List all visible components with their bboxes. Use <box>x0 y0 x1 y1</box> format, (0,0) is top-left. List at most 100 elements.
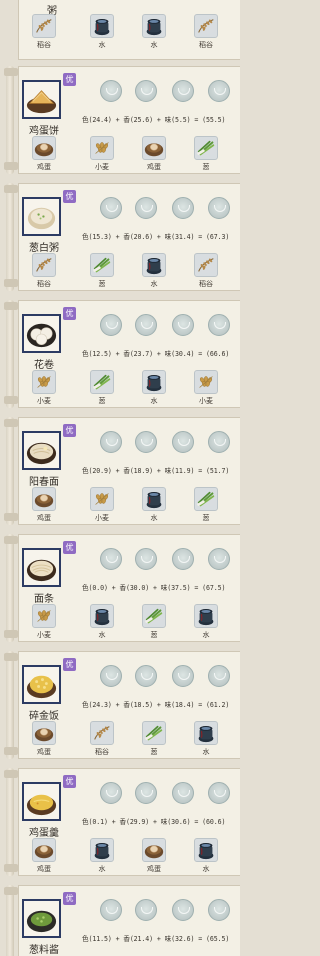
empty-seasoning-slot[interactable] <box>172 782 194 804</box>
empty-seasoning-slot[interactable] <box>208 80 230 102</box>
ingredient-label: 稻谷 <box>37 41 51 49</box>
wheat-icon[interactable] <box>90 136 114 160</box>
empty-seasoning-slot[interactable] <box>172 431 194 453</box>
rail-tab <box>4 419 18 427</box>
empty-seasoning-slot[interactable] <box>135 548 157 570</box>
empty-seasoning-slot[interactable] <box>208 548 230 570</box>
empty-seasoning-slot[interactable] <box>100 782 122 804</box>
empty-seasoning-slot[interactable] <box>208 782 230 804</box>
empty-seasoning-slot[interactable] <box>135 80 157 102</box>
ingredient-label: 小麦 <box>37 397 51 405</box>
egg-basket-icon[interactable] <box>32 721 56 745</box>
empty-seasoning-slot[interactable] <box>208 665 230 687</box>
rice-grain-icon[interactable] <box>90 721 114 745</box>
rail-tab <box>4 887 18 895</box>
ingredient-label: 水 <box>98 865 106 873</box>
empty-seasoning-slot[interactable] <box>100 80 122 102</box>
ingredient-label: 鸡蛋 <box>147 865 161 873</box>
egg-basket-icon[interactable] <box>32 838 56 862</box>
scallion-icon[interactable] <box>90 370 114 394</box>
dish-name: 花卷 <box>34 360 54 371</box>
rail-tab <box>4 513 18 521</box>
wheat-icon[interactable] <box>32 370 56 394</box>
ingredient-label: 鸡蛋 <box>37 514 51 522</box>
egg-basket-icon[interactable] <box>142 838 166 862</box>
empty-seasoning-slot[interactable] <box>135 782 157 804</box>
wheat-icon[interactable] <box>90 487 114 511</box>
empty-seasoning-slot[interactable] <box>172 665 194 687</box>
rice-grain-icon <box>32 14 56 38</box>
water-jar-icon[interactable] <box>194 721 218 745</box>
empty-seasoning-slot[interactable] <box>208 314 230 336</box>
rail-tab <box>4 747 18 755</box>
score-formula: 色(24.3) + 香(18.5) + 味(18.4) = (61.2) <box>82 701 230 709</box>
water-jar-icon[interactable] <box>90 604 114 628</box>
wheat-icon[interactable] <box>194 370 218 394</box>
water-jar-icon[interactable] <box>194 604 218 628</box>
empty-seasoning-slot[interactable] <box>208 431 230 453</box>
empty-seasoning-slot[interactable] <box>172 197 194 219</box>
rail-tab <box>4 185 18 193</box>
empty-seasoning-slot[interactable] <box>208 197 230 219</box>
scallion-porridge-icon[interactable] <box>22 197 61 236</box>
scallion-icon[interactable] <box>142 604 166 628</box>
empty-seasoning-slot[interactable] <box>208 899 230 921</box>
quality-badge: 优 <box>63 190 76 203</box>
egg-fried-rice-icon[interactable] <box>22 665 61 704</box>
scallion-sauce-icon[interactable] <box>22 899 61 938</box>
noodle-bowl-icon[interactable] <box>22 548 61 587</box>
card-rail <box>6 66 14 174</box>
water-jar-icon[interactable] <box>142 370 166 394</box>
empty-seasoning-slot[interactable] <box>100 197 122 219</box>
steamed-egg-icon[interactable] <box>22 782 61 821</box>
egg-basket-icon[interactable] <box>32 487 56 511</box>
quality-badge: 优 <box>63 775 76 788</box>
empty-seasoning-slot[interactable] <box>135 314 157 336</box>
plain-noodle-soup-icon[interactable] <box>22 431 61 470</box>
rice-grain-icon[interactable] <box>32 253 56 277</box>
wheat-icon[interactable] <box>32 604 56 628</box>
rice-grain-icon[interactable] <box>194 253 218 277</box>
empty-seasoning-slot[interactable] <box>135 197 157 219</box>
empty-seasoning-slot[interactable] <box>100 665 122 687</box>
egg-pancake-icon[interactable] <box>22 80 61 119</box>
empty-seasoning-slot[interactable] <box>135 431 157 453</box>
ingredient-label: 鸡蛋 <box>37 865 51 873</box>
egg-basket-icon[interactable] <box>32 136 56 160</box>
quality-badge: 优 <box>63 424 76 437</box>
ingredient-label: 葱 <box>202 514 210 522</box>
water-jar-icon[interactable] <box>90 838 114 862</box>
empty-seasoning-slot[interactable] <box>172 548 194 570</box>
scallion-icon[interactable] <box>194 136 218 160</box>
ingredient-label: 稻谷 <box>95 748 109 756</box>
ingredient-label: 水 <box>150 41 158 49</box>
empty-seasoning-slot[interactable] <box>172 314 194 336</box>
water-jar-icon[interactable] <box>194 838 218 862</box>
empty-seasoning-slot[interactable] <box>172 80 194 102</box>
rail-tab <box>4 770 18 778</box>
empty-seasoning-slot[interactable] <box>100 899 122 921</box>
scallion-icon[interactable] <box>194 487 218 511</box>
empty-seasoning-slot[interactable] <box>135 899 157 921</box>
empty-seasoning-slot[interactable] <box>100 548 122 570</box>
empty-seasoning-slot[interactable] <box>100 431 122 453</box>
score-formula: 色(20.9) + 香(18.9) + 味(11.9) = (51.7) <box>82 467 230 475</box>
water-jar-icon[interactable] <box>142 253 166 277</box>
water-jar-icon[interactable] <box>142 487 166 511</box>
scallion-icon[interactable] <box>90 253 114 277</box>
scallion-icon[interactable] <box>142 721 166 745</box>
quality-badge: 优 <box>63 73 76 86</box>
flower-roll-icon[interactable] <box>22 314 61 353</box>
egg-basket-icon[interactable] <box>142 136 166 160</box>
score-formula: 色(0.1) + 香(29.9) + 味(30.6) = (60.6) <box>82 818 226 826</box>
empty-seasoning-slot[interactable] <box>100 314 122 336</box>
ingredient-label: 鸡蛋 <box>37 163 51 171</box>
ingredient-label: 葱 <box>150 631 158 639</box>
card-rail <box>6 534 14 642</box>
rail-tab <box>4 162 18 170</box>
empty-seasoning-slot[interactable] <box>172 899 194 921</box>
quality-badge: 优 <box>63 658 76 671</box>
empty-seasoning-slot[interactable] <box>135 665 157 687</box>
card-rail <box>6 183 14 291</box>
score-formula: 色(12.5) + 香(23.7) + 味(30.4) = (66.6) <box>82 350 230 358</box>
